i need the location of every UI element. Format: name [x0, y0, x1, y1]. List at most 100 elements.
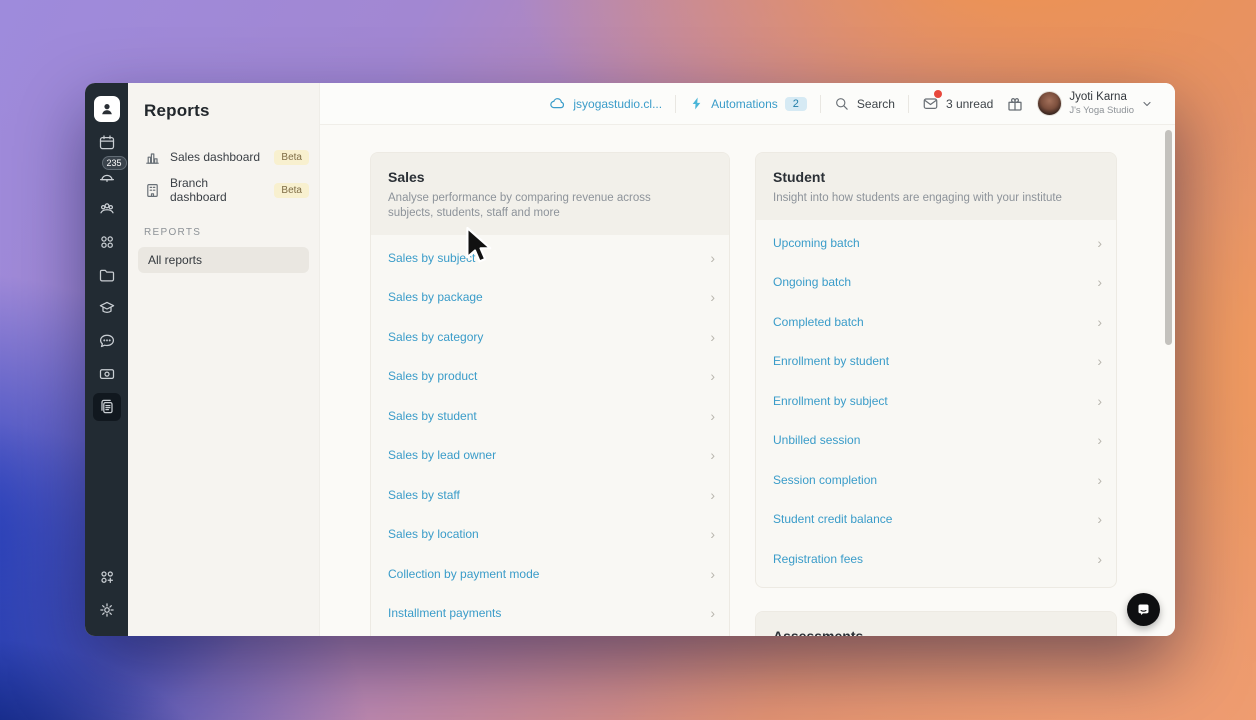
report-link-label: Unbilled session: [773, 433, 861, 448]
inbox-button[interactable]: 3 unread: [922, 90, 993, 112]
chevron-right-icon: [710, 369, 715, 383]
chevron-right-icon: [710, 290, 715, 304]
report-link-row[interactable]: Installment payments: [371, 594, 729, 634]
unread-dot: [933, 90, 942, 98]
report-link-row[interactable]: Ongoing batch: [756, 263, 1116, 303]
report-link-row[interactable]: Upcoming batch: [756, 223, 1116, 263]
rail-item-courses[interactable]: [93, 294, 121, 322]
chat-launcher-button[interactable]: [1127, 593, 1160, 626]
chevron-right-icon: [1097, 512, 1102, 526]
chevron-right-icon: [1097, 236, 1102, 250]
community-icon: [99, 203, 114, 214]
sales-card-header: Sales Analyse performance by comparing r…: [371, 153, 729, 235]
chat-icon: [99, 334, 114, 348]
sidebar-item-sales-dashboard[interactable]: Sales dashboard Beta: [141, 144, 309, 170]
gift-icon: [1008, 97, 1022, 111]
sidebar-item-all-reports[interactable]: All reports: [138, 247, 309, 273]
rail-item-settings[interactable]: [93, 596, 121, 624]
report-link-row[interactable]: Sales by student: [371, 396, 729, 436]
card-title: Sales: [388, 169, 425, 185]
automations-button[interactable]: Automations 2: [689, 96, 807, 111]
reports-sidebar: Reports Sales dashboard Beta Branch dash…: [128, 83, 320, 636]
desktop-wallpaper: 235 Reports Sales dashboard Beta Branch …: [0, 0, 1256, 720]
sales-report-card: Sales Analyse performance by comparing r…: [370, 152, 730, 636]
user-menu[interactable]: Jyoti Karna J's Yoga Studio: [1037, 91, 1153, 117]
report-link-row[interactable]: Session completion: [756, 460, 1116, 500]
report-link-row[interactable]: Sales by category: [371, 317, 729, 357]
rail-item-reports[interactable]: [92, 393, 121, 421]
search-icon: [835, 97, 848, 110]
topbar-divider: [819, 94, 821, 113]
report-link-row[interactable]: Enrollment by subject: [756, 381, 1116, 421]
rail-item-apps[interactable]: [93, 228, 121, 256]
app-logo[interactable]: [93, 96, 120, 122]
report-link-row[interactable]: Sales by lead owner: [371, 436, 729, 476]
report-link-label: Sales by location: [388, 527, 479, 542]
apps-grid-icon: [100, 236, 113, 248]
topbar: jsyogastudio.cl... Automations 2 Search: [320, 83, 1175, 125]
rail-item-add-apps[interactable]: [93, 563, 121, 591]
payments-icon: [99, 369, 114, 380]
chevron-right-icon: [1097, 275, 1102, 289]
chevron-right-icon: [710, 567, 715, 581]
report-link-label: Sales by package: [388, 290, 483, 305]
user-name: Jyoti Karna: [1069, 90, 1127, 103]
reports-content: Sales Analyse performance by comparing r…: [320, 125, 1175, 636]
rail-item-files[interactable]: [93, 261, 121, 289]
report-link-row[interactable]: Sales by location: [371, 515, 729, 555]
rail-item-calendar[interactable]: [93, 129, 121, 157]
assessments-card-header: Assessments: [756, 611, 1116, 636]
rail-item-messages[interactable]: [93, 327, 121, 355]
sidebar-item-label: Sales dashboard: [170, 150, 261, 164]
report-link-row[interactable]: Sales by staff: [371, 475, 729, 515]
report-link-row[interactable]: Enrollment by student: [756, 342, 1116, 382]
rail-item-notifications[interactable]: 235: [93, 156, 127, 190]
main-area: jsyogastudio.cl... Automations 2 Search: [320, 83, 1175, 636]
report-link-label: Sales by lead owner: [388, 448, 497, 463]
chevron-right-icon: [710, 488, 715, 502]
building-icon: [147, 183, 158, 197]
report-link-label: Ongoing batch: [773, 275, 852, 290]
report-link-row[interactable]: Sales by product: [371, 357, 729, 397]
card-description: Insight into how students are engaging w…: [773, 192, 1062, 204]
student-report-card: Student Insight into how students are en…: [755, 152, 1117, 588]
chevron-right-icon: [710, 606, 715, 620]
report-link-row[interactable]: Student credit balance: [756, 500, 1116, 540]
automation-bolt-icon: [692, 97, 701, 110]
cloud-icon: [550, 98, 565, 109]
chevron-right-icon: [710, 527, 715, 541]
rail-item-community[interactable]: [93, 195, 121, 223]
report-link-label: Collection by payment mode: [388, 566, 540, 581]
report-link-label: Upcoming batch: [773, 235, 860, 250]
search-button[interactable]: Search: [834, 96, 895, 112]
student-report-list: Upcoming batch Ongoing batch: [756, 220, 1116, 587]
user-org: J's Yoga Studio: [1069, 104, 1134, 116]
gear-icon: [99, 603, 114, 617]
workspace-domain: jsyogastudio.cl...: [573, 96, 663, 111]
report-link-label: Enrollment by subject: [773, 393, 888, 408]
chevron-right-icon: [1097, 552, 1102, 566]
reports-icon: [100, 399, 113, 414]
card-description: Analyse performance by comparing revenue…: [388, 192, 651, 219]
report-link-row[interactable]: Unbilled session: [756, 421, 1116, 461]
rail-item-payments[interactable]: [93, 360, 121, 388]
report-link-label: Session completion: [773, 472, 878, 487]
sidebar-item-branch-dashboard[interactable]: Branch dashboard Beta: [141, 176, 309, 204]
page-title: Reports: [144, 101, 210, 120]
report-link-row[interactable]: Collection by payment mode: [371, 554, 729, 594]
chevron-down-icon: [1143, 101, 1151, 106]
beta-badge: Beta: [274, 149, 309, 165]
report-link-row[interactable]: Sales by subject: [371, 238, 729, 278]
report-link-row[interactable]: Registration fees: [756, 539, 1116, 579]
sidebar-section-label: REPORTS: [144, 227, 202, 238]
report-link-row[interactable]: Sales by package: [371, 278, 729, 318]
automations-count-badge: 2: [784, 96, 807, 111]
app-window: 235 Reports Sales dashboard Beta Branch …: [85, 83, 1175, 636]
chevron-right-icon: [1097, 433, 1102, 447]
workspace-switcher[interactable]: jsyogastudio.cl...: [549, 95, 662, 112]
vertical-scrollbar[interactable]: [1165, 130, 1172, 345]
automations-label: Automations: [711, 96, 778, 111]
report-link-row[interactable]: Completed batch: [756, 302, 1116, 342]
gift-button[interactable]: [1006, 95, 1024, 113]
assessments-report-card: Assessments: [755, 610, 1117, 636]
